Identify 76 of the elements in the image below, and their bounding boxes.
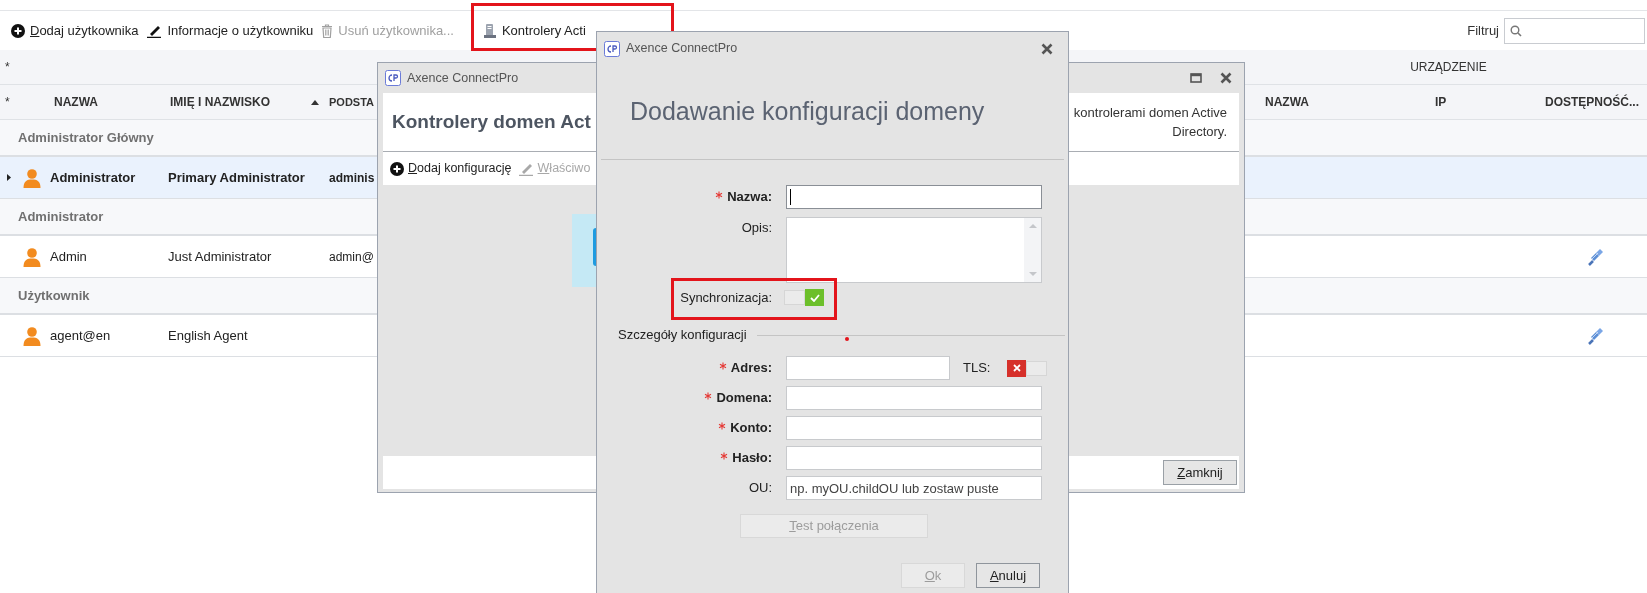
table-cell: Admin [50,248,87,264]
table-cell: adminis [329,170,375,185]
column-marker: * [4,94,11,111]
scroll-up-icon[interactable] [1028,224,1037,228]
required-icon [718,361,727,370]
text-area[interactable] [786,217,1042,283]
search-icon [1510,24,1522,37]
check-icon [809,293,820,302]
table-cell: agent@en [50,327,111,343]
window-title: Axence ConnectPro [407,69,519,87]
plus-circle-icon [390,161,404,176]
edit-button[interactable]: Informacje o użytkowniku [146,17,322,44]
filter-label: Filtruj [1467,21,1499,40]
dialog-heading: Dodawanie konfiguracji domeny [630,96,985,128]
pencil-icon [146,23,163,38]
table-cell: Administrator [50,169,136,185]
toggle-switch[interactable] [1007,359,1048,377]
close-icon[interactable] [1041,42,1053,55]
trash-icon [321,23,334,38]
app-icon [385,70,401,86]
domain-controllers-button[interactable]: Kontrolery Acti [482,17,586,44]
column-header[interactable]: PODSTA [329,92,375,112]
section-title: Szczegóły konfiguracji [618,326,747,345]
band-header: URZĄDZENIE [1410,59,1487,76]
add-button[interactable]: Dodaj użytkownika [11,17,147,44]
toggle-switch[interactable] [784,289,824,306]
table-cell: admin@ [329,249,374,264]
required-icon [718,421,727,430]
required-icon [720,451,729,460]
dot-mark [845,337,849,341]
column-header[interactable]: NAZWA [54,92,164,112]
user-icon [22,246,42,267]
column-header[interactable]: IP [1435,92,1447,112]
input-field[interactable] [786,356,950,380]
required-icon [704,391,713,400]
app-icon [604,40,620,57]
user-icon [22,325,42,346]
field-label: Hasło: [732,449,772,468]
field-label: TLS: [963,359,991,378]
cross-icon [1012,364,1021,372]
current-row-icon [7,174,11,181]
table-cell: English Agent [168,327,248,343]
column-header[interactable]: NAZWA [1265,92,1309,112]
column-header[interactable]: IMIĘ I NAZWISKO [170,92,325,112]
dialog-button[interactable]: Anuluj [976,563,1040,588]
input-field[interactable]: np. myOU.childOU lub zostaw puste [786,476,1042,500]
field-label: Adres: [730,359,772,378]
column-marker: * [4,59,11,76]
field-label: Synchronizacja: [680,289,772,308]
input-field[interactable] [786,446,1042,470]
column-header[interactable]: DOSTĘPNOŚĆ... [1545,92,1639,112]
input-field[interactable] [786,416,1042,440]
add-button[interactable]: Dodaj konfigurację [390,159,512,178]
field-label: Domena: [716,389,772,408]
close-icon[interactable] [1220,72,1232,84]
close-button[interactable]: Zamknij [1163,460,1237,485]
user-icon [22,167,42,188]
required-icon [715,190,724,199]
field-label: Nazwa: [727,188,772,207]
table-cell: Just Administrator [168,248,272,264]
input-field[interactable] [786,386,1042,410]
sort-ascending-icon[interactable] [311,99,319,105]
table-cell: Primary Administrator [168,169,305,185]
window-heading: Kontrolery domen Act [392,109,591,134]
field-label: Konto: [730,419,772,438]
window-description: kontrolerami domen Active Directory. [1072,104,1227,141]
search-field[interactable] [1504,17,1645,44]
scroll-down-icon[interactable] [1028,272,1037,276]
field-label: Opis: [741,219,772,238]
field-label: OU: [748,479,772,498]
plus-circle-icon [11,23,25,38]
pencil-icon [517,161,534,176]
input-field[interactable] [786,185,1042,209]
server-icon [482,22,497,39]
maximize-icon[interactable] [1190,73,1202,83]
dialog-title: Axence ConnectPro [626,40,738,58]
